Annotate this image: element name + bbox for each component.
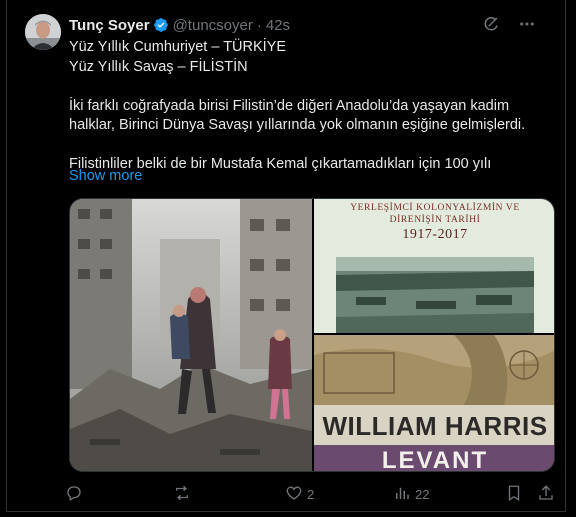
book-title-line: DİRENİŞİN TARİHİ [389, 215, 481, 225]
more-icon[interactable] [517, 14, 537, 34]
author-handle[interactable]: @tuncsoyer [173, 17, 253, 34]
dot-separator: · [256, 16, 262, 34]
verified-badge-icon [153, 17, 169, 33]
grok-icon[interactable] [481, 14, 501, 34]
views-count: 22 [415, 487, 430, 502]
tweet-line: halklar, Birinci Dünya Savaşı yıllarında… [69, 117, 526, 133]
book-title-line: YERLEŞİMCİ KOLONYALİZMİN VE [350, 203, 520, 213]
share-button[interactable] [537, 484, 555, 505]
book-cover-photo [336, 257, 534, 333]
book-title: LEVANT [381, 447, 489, 472]
tweet-line: Yüz Yıllık Cumhuriyet – TÜRKİYE [69, 39, 287, 55]
media-photo-rubble[interactable] [70, 199, 312, 471]
tweet-text: Yüz Yıllık Cumhuriyet – TÜRKİYE Yüz Yıll… [69, 38, 559, 175]
tweet-line: Filistinliler belki de bir Mustafa Kemal… [69, 156, 492, 172]
media-book-cover-1[interactable]: YERLEŞİMCİ KOLONYALİZMİN VE DİRENİŞİN TA… [314, 199, 554, 333]
repost-button[interactable] [173, 484, 195, 505]
media-book-cover-2[interactable]: WILLIAM HARRIS LEVANT [314, 335, 554, 472]
repost-icon [173, 484, 191, 505]
tweet-card[interactable]: Tunç Soyer @tuncsoyer · 42s Yüz Yıllık C… [6, 0, 566, 512]
reply-button[interactable] [65, 484, 87, 505]
bookmark-button[interactable] [505, 484, 523, 505]
tweet-line: Yüz Yıllık Savaş – FİLİSTİN [69, 58, 248, 75]
reply-icon [65, 484, 83, 505]
book-author: WILLIAM HARRIS [322, 411, 548, 441]
tweet-actions-bar: 2 22 [65, 484, 555, 504]
avatar[interactable] [25, 14, 61, 50]
like-button[interactable]: 2 [285, 484, 314, 505]
tweet-top-actions [481, 14, 537, 34]
like-count: 2 [307, 487, 315, 502]
tweet-line: İki farklı coğrafyada birisi Filistin’de… [69, 97, 510, 114]
share-icon [537, 484, 555, 505]
views-icon [393, 484, 411, 505]
heart-icon [285, 484, 303, 505]
book-title-band: LEVANT [314, 445, 554, 472]
book-years: 1917-2017 [402, 227, 468, 242]
author-name[interactable]: Tunç Soyer [69, 17, 150, 34]
bookmark-icon [505, 484, 523, 505]
tweet-header: Tunç Soyer @tuncsoyer · 42s [69, 16, 290, 34]
book-author-band: WILLIAM HARRIS [314, 405, 554, 445]
views-button[interactable]: 22 [393, 484, 429, 505]
show-more-link[interactable]: Show more [69, 168, 142, 184]
timestamp[interactable]: 42s [266, 17, 290, 34]
media-grid: YERLEŞİMCİ KOLONYALİZMİN VE DİRENİŞİN TA… [69, 198, 555, 472]
